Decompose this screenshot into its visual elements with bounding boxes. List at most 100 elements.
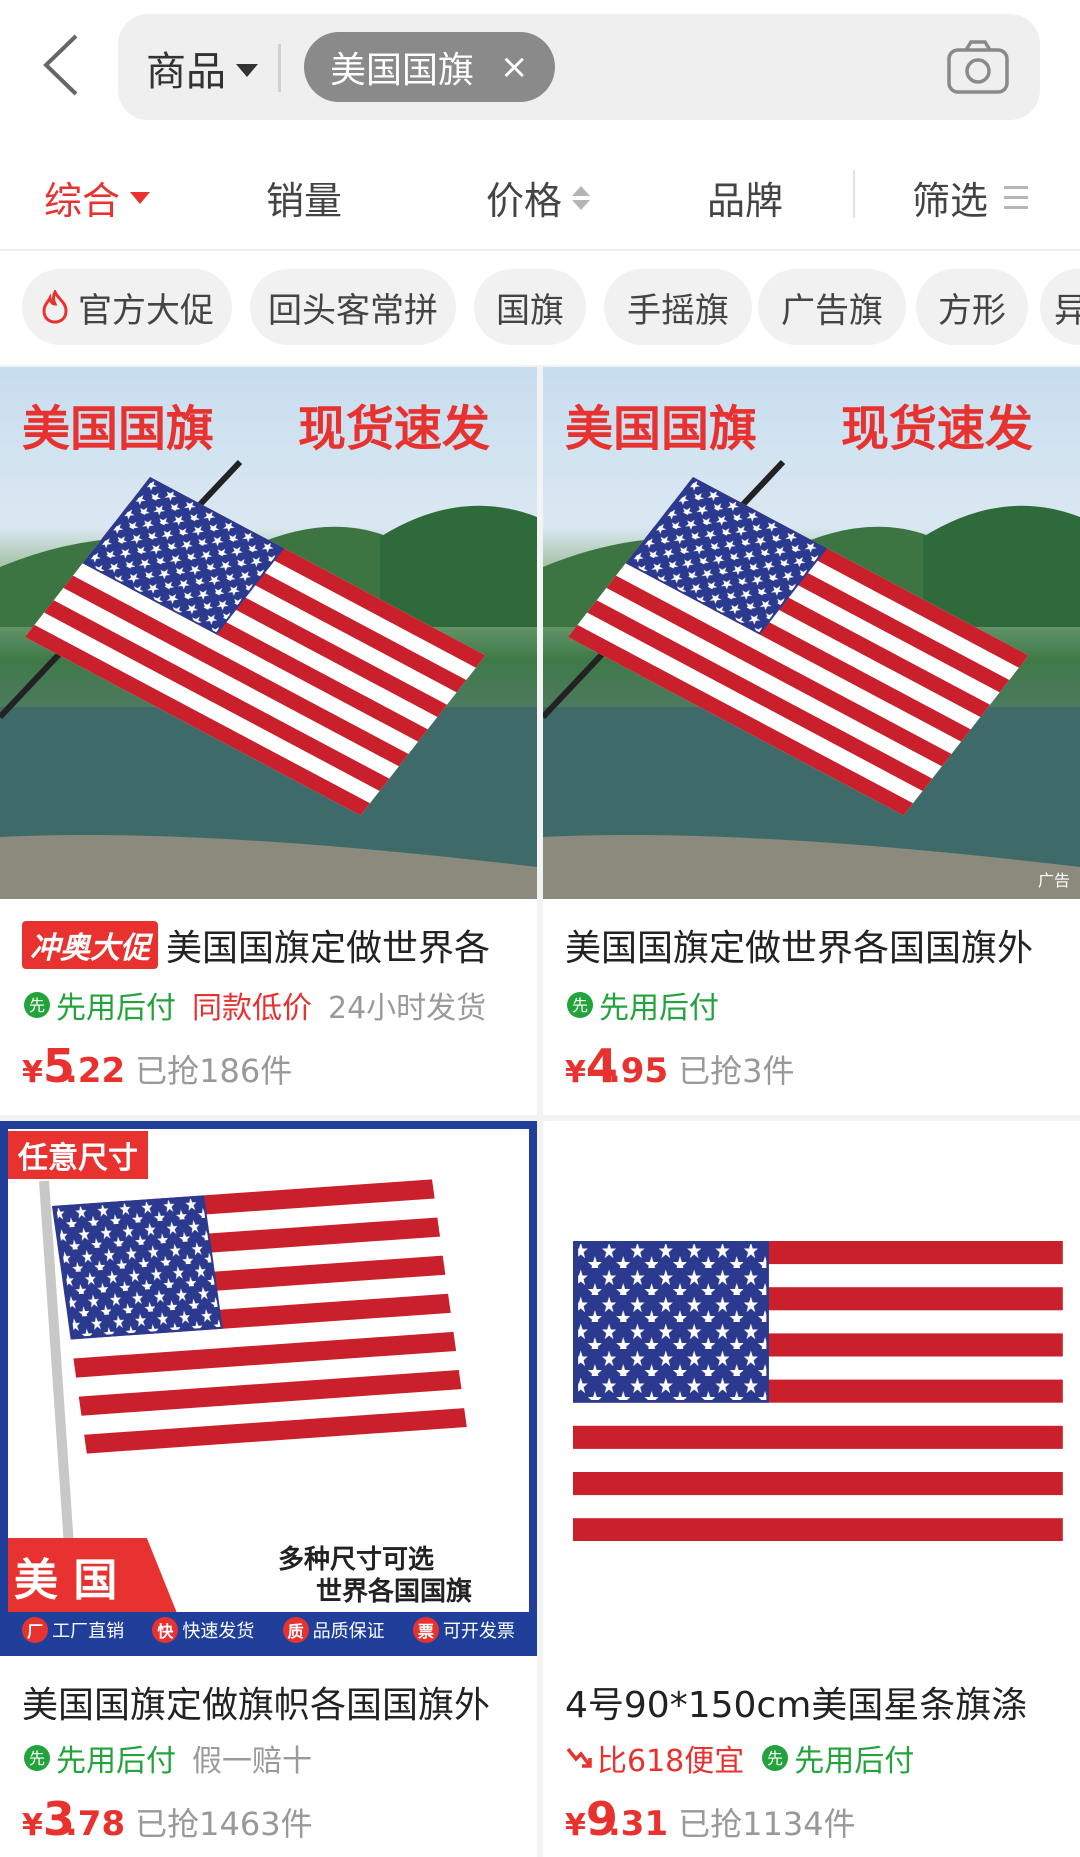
product-title[interactable]: 美国国旗定做世界各国国旗外: [565, 919, 1065, 971]
badge-icon: 先: [24, 992, 50, 1018]
product-image[interactable]: 美国国旗 现货速发 广告: [543, 367, 1080, 899]
quality-icon: 质: [282, 1617, 309, 1643]
divider: [278, 44, 281, 92]
image-headline-right: 现货速发: [841, 401, 1034, 457]
currency-symbol: ¥: [565, 1055, 586, 1090]
back-arrow-icon[interactable]: [36, 30, 96, 100]
pay-later-tag: 先 先用后付: [565, 983, 719, 1027]
badge-icon: 先: [567, 992, 593, 1018]
pay-later-tag: 先 先用后付: [22, 983, 176, 1027]
tag-text: 比618便宜: [597, 1744, 745, 1779]
price: ¥9.31: [565, 1792, 668, 1846]
sort-bar: 综合 销量 价格 品牌 筛选: [0, 130, 1080, 250]
svg-text:先: 先: [572, 996, 588, 1015]
guarantee-tag: 假一赔十: [192, 1744, 312, 1779]
svg-text:先: 先: [767, 1749, 783, 1768]
feature-item: 快快速发货: [152, 1617, 254, 1643]
product-tags: 先 先用后付: [565, 983, 719, 1027]
sort-label: 价格: [486, 179, 563, 223]
tag-repeat-customer[interactable]: 回头客常拼: [250, 269, 456, 345]
search-scope-label: 商品: [146, 49, 226, 95]
feature-strip: 厂工厂直销 快快速发货 质品质保证 票可开发票: [8, 1612, 529, 1648]
tag-label: 异: [1054, 290, 1080, 331]
fast-icon: 快: [152, 1617, 179, 1643]
price: ¥4.95: [565, 1039, 668, 1093]
sort-comprehensive[interactable]: 综合: [44, 170, 151, 225]
tag-more[interactable]: 异: [1040, 269, 1080, 345]
product-title[interactable]: 美国国旗定做旗帜各国国旗外: [22, 1676, 522, 1728]
product-title[interactable]: 冲奥大促 美国国旗定做世界各: [22, 919, 522, 971]
currency-symbol: ¥: [22, 1055, 43, 1090]
product-title-text: 4号90*150cm美国星条旗涤: [565, 1685, 1028, 1726]
search-query-chip[interactable]: 美国国旗 ×: [304, 32, 555, 102]
filter-button[interactable]: 筛选: [912, 170, 1029, 225]
filter-label: 筛选: [912, 179, 989, 223]
trend-down-icon: [566, 1747, 592, 1768]
tag-label: 手摇旗: [627, 290, 729, 331]
badge-icon: 先: [762, 1745, 789, 1771]
product-tags: 先 先用后付 同款低价 24小时发货: [22, 983, 486, 1027]
svg-text:先: 先: [29, 1749, 45, 1768]
divider: [853, 170, 855, 218]
image-headline-left: 美国国旗: [565, 401, 758, 457]
image-badge: 任意尺寸: [8, 1131, 148, 1179]
product-info: 美国国旗定做旗帜各国国旗外 先 先用后付 假一赔十 ¥3.78 已抢1463件: [0, 1656, 537, 1857]
price-decimal: .78: [64, 1804, 126, 1844]
tag-text: 先用后付: [794, 1744, 915, 1779]
tag-label: 官方大促: [78, 290, 214, 331]
image-headline-right: 现货速发: [298, 401, 491, 457]
promo-badge: 冲奥大促: [22, 921, 158, 969]
product-image[interactable]: 任意尺寸 美 国 多种尺寸可选 世界各国国旗 厂工厂直销 快快速发货 质品质保证…: [0, 1121, 537, 1656]
search-header: 商品 美国国旗 ×: [0, 0, 1080, 130]
product-tags: 先 先用后付 假一赔十: [22, 1736, 312, 1780]
search-query-text: 美国国旗: [330, 50, 475, 91]
feature-text: 快速发货: [182, 1621, 255, 1642]
tag-official-promo[interactable]: 官方大促: [22, 269, 232, 345]
caret-down-icon: [130, 191, 151, 204]
price: ¥5.22: [22, 1039, 125, 1093]
product-info: 4号90*150cm美国星条旗涤 比618便宜 先 先用后付 ¥9.31 已抢1…: [543, 1656, 1080, 1857]
filter-icon: [1004, 186, 1029, 209]
product-card[interactable]: 美国国旗 现货速发 广告 美国国旗定做世界各国国旗外 先 先用后付 ¥4.95 …: [543, 367, 1080, 1115]
sort-brand[interactable]: 品牌: [707, 170, 783, 225]
search-bar[interactable]: 商品 美国国旗 ×: [118, 14, 1040, 120]
image-caption-2: 世界各国国旗: [316, 1577, 473, 1607]
tag-national-flag[interactable]: 国旗: [474, 269, 586, 345]
tag-label: 广告旗: [781, 290, 883, 331]
product-title[interactable]: 4号90*150cm美国星条旗涤: [565, 1676, 1065, 1728]
sort-toggle-icon: [572, 185, 591, 210]
flag-image: [573, 1241, 1063, 1541]
camera-icon[interactable]: [946, 38, 1010, 96]
tag-label: 回头客常拼: [268, 290, 438, 331]
price-drop-tag: 比618便宜: [565, 1736, 744, 1780]
sort-label: 销量: [266, 179, 343, 223]
product-image[interactable]: [543, 1121, 1080, 1656]
tag-ad-flag[interactable]: 广告旗: [758, 269, 906, 345]
tag-square[interactable]: 方形: [916, 269, 1028, 345]
product-card[interactable]: 4号90*150cm美国星条旗涤 比618便宜 先 先用后付 ¥9.31 已抢1…: [543, 1121, 1080, 1857]
feature-item: 票可开发票: [412, 1617, 515, 1643]
feature-item: 质品质保证: [282, 1617, 385, 1643]
tag-text: 先用后付: [599, 991, 719, 1026]
product-card[interactable]: 美国国旗 现货速发 冲奥大促 美国国旗定做世界各 先 先用后付 同款低价 24小…: [0, 367, 537, 1115]
product-card[interactable]: 任意尺寸 美 国 多种尺寸可选 世界各国国旗 厂工厂直销 快快速发货 质品质保证…: [0, 1121, 537, 1857]
svg-text:先: 先: [29, 996, 45, 1015]
tag-label: 国旗: [496, 290, 564, 331]
search-scope-dropdown[interactable]: 商品: [146, 38, 258, 98]
feature-text: 品质保证: [312, 1621, 385, 1642]
tag-hand-flag[interactable]: 手摇旗: [604, 269, 752, 345]
sort-sales[interactable]: 销量: [266, 170, 342, 225]
price-decimal: .31: [607, 1804, 669, 1844]
shipping-tag: 24小时发货: [328, 991, 487, 1026]
product-tags: 比618便宜 先 先用后付: [565, 1736, 914, 1780]
sort-price[interactable]: 价格: [486, 170, 591, 225]
price-decimal: .22: [64, 1051, 126, 1091]
feature-text: 可开发票: [442, 1621, 515, 1642]
tag-text: 先用后付: [56, 991, 176, 1026]
product-title-text: 美国国旗定做旗帜各国国旗外: [22, 1685, 491, 1726]
product-info: 冲奥大促 美国国旗定做世界各 先 先用后付 同款低价 24小时发货 ¥5.22 …: [0, 899, 537, 1115]
currency-symbol: ¥: [565, 1808, 586, 1843]
product-image[interactable]: 美国国旗 现货速发: [0, 367, 537, 899]
price-line: ¥4.95 已抢3件: [565, 1039, 795, 1093]
close-icon[interactable]: ×: [500, 50, 529, 84]
